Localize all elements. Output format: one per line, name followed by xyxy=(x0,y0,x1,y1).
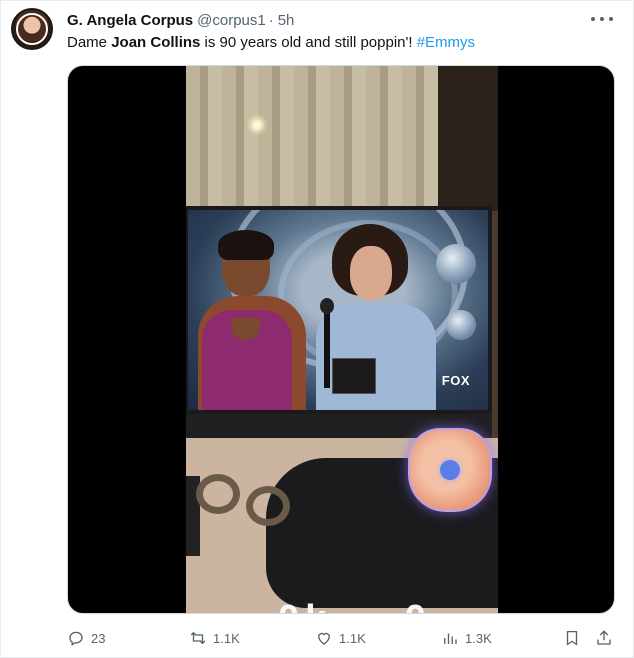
more-dot xyxy=(609,17,613,21)
views-button[interactable]: 1.3K xyxy=(441,627,492,649)
presenter-card xyxy=(332,358,376,394)
timestamp[interactable]: 5h xyxy=(278,12,295,29)
lens xyxy=(196,474,240,514)
share-button[interactable] xyxy=(595,627,613,649)
presenter-right-dress xyxy=(316,304,436,410)
video-frame: FOX 0k··· 0 xyxy=(186,66,498,613)
presenter-left xyxy=(188,230,316,410)
repost-button[interactable]: 1.1K xyxy=(189,627,240,649)
like-button[interactable]: 1.1K xyxy=(315,627,366,649)
tweet-text-middle: is 90 years old and still poppin'! xyxy=(200,34,417,51)
tweet-card[interactable]: G. Angela Corpus @corpus1 · 5h Dame Joan… xyxy=(0,0,634,658)
tv-monitor: FOX xyxy=(186,206,492,438)
bookmark-icon xyxy=(566,630,578,646)
share-icon xyxy=(597,630,611,645)
reply-count: 23 xyxy=(91,630,106,646)
video-media[interactable]: FOX 0k··· 0 xyxy=(67,65,615,614)
tv-screen: FOX xyxy=(188,210,488,410)
more-dot xyxy=(591,17,595,21)
views-icon xyxy=(444,633,457,644)
stage-orb xyxy=(436,244,476,284)
light-glare xyxy=(246,114,268,136)
dark-wall xyxy=(438,66,498,211)
mouse-logo xyxy=(440,460,460,480)
author-name[interactable]: G. Angela Corpus xyxy=(67,12,193,29)
tweet-header: G. Angela Corpus @corpus1 · 5h xyxy=(67,10,294,30)
microphone-stand xyxy=(324,308,330,388)
tweet-text-bold: Joan Collins xyxy=(111,34,201,51)
broadcast-logo: FOX xyxy=(441,373,470,388)
reply-button[interactable]: 23 xyxy=(67,627,105,649)
more-icon[interactable] xyxy=(591,10,613,28)
bookmark-button[interactable] xyxy=(563,627,581,649)
presenter-left-hair xyxy=(218,230,274,260)
repost-icon xyxy=(190,631,206,645)
like-icon xyxy=(318,632,330,645)
action-bar: 23 1.1K 1.1K 1.3K xyxy=(67,627,617,649)
overlay-text: 0k··· 0 xyxy=(278,598,458,613)
presenter-left-neckline xyxy=(232,318,260,340)
microphone xyxy=(320,298,334,314)
curtain xyxy=(186,66,438,211)
presenter-right-face xyxy=(350,246,392,300)
tweet-text-prefix: Dame xyxy=(67,34,112,51)
author-handle[interactable]: @corpus1 xyxy=(197,12,266,29)
repost-count: 1.1K xyxy=(213,630,240,646)
separator-dot: · xyxy=(268,11,274,29)
avatar[interactable] xyxy=(11,8,53,50)
presenter-right xyxy=(310,224,440,410)
stage-orb xyxy=(446,310,476,340)
like-count: 1.1K xyxy=(339,630,366,646)
avatar-ring xyxy=(16,13,48,45)
hashtag-link[interactable]: #Emmys xyxy=(417,34,475,51)
gaming-mouse xyxy=(408,428,492,512)
reply-icon xyxy=(69,631,83,647)
tweet-text: Dame Joan Collins is 90 years old and st… xyxy=(67,33,475,53)
views-count: 1.3K xyxy=(465,630,492,646)
more-dot xyxy=(600,17,604,21)
